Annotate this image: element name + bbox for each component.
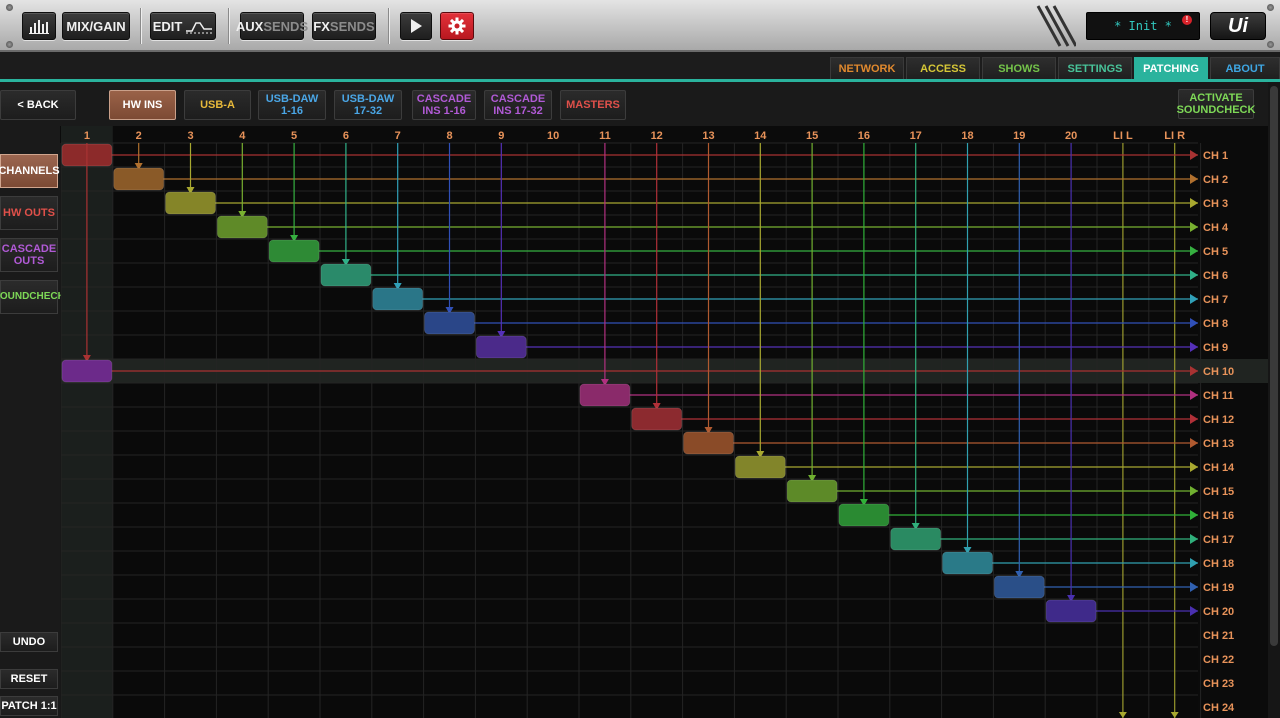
patch-point[interactable]: [683, 431, 734, 455]
column-label[interactable]: 9: [498, 130, 504, 142]
patch-point[interactable]: [942, 551, 993, 575]
row-label[interactable]: CH 21: [1203, 630, 1234, 642]
patch-point[interactable]: [993, 575, 1045, 599]
row-label[interactable]: CH 17: [1203, 534, 1234, 546]
column-label[interactable]: 10: [547, 130, 559, 142]
column-label[interactable]: 20: [1065, 130, 1077, 142]
column-label[interactable]: 15: [806, 130, 818, 142]
patch-point[interactable]: [113, 167, 165, 191]
column-label[interactable]: LI R: [1164, 130, 1185, 142]
row-label[interactable]: CH 10: [1203, 366, 1234, 378]
row-label[interactable]: CH 15: [1203, 486, 1234, 498]
column-label[interactable]: 8: [446, 130, 452, 142]
row-label[interactable]: CH 3: [1203, 198, 1228, 210]
row-label[interactable]: CH 20: [1203, 606, 1234, 618]
patch-point[interactable]: [165, 191, 216, 215]
row-label[interactable]: CH 13: [1203, 438, 1234, 450]
patch-point[interactable]: [579, 383, 631, 407]
column-label[interactable]: 5: [291, 130, 297, 142]
row-label[interactable]: CH 2: [1203, 174, 1228, 186]
column-label[interactable]: 3: [187, 130, 193, 142]
patch-point[interactable]: [372, 287, 424, 311]
column-label[interactable]: LI L: [1113, 130, 1133, 142]
column-label[interactable]: 1: [84, 130, 90, 142]
row-label[interactable]: CH 22: [1203, 654, 1234, 666]
row-label[interactable]: CH 11: [1203, 390, 1234, 402]
column-label[interactable]: 7: [395, 130, 401, 142]
column-label[interactable]: 12: [651, 130, 663, 142]
row-label[interactable]: CH 24: [1203, 702, 1235, 714]
column-label[interactable]: 4: [239, 130, 246, 142]
row-label[interactable]: CH 5: [1203, 246, 1228, 258]
column-label[interactable]: 14: [754, 130, 767, 142]
patch-point[interactable]: [61, 359, 113, 383]
row-label[interactable]: CH 8: [1203, 318, 1228, 330]
row-label[interactable]: CH 1: [1203, 150, 1228, 162]
column-label[interactable]: 16: [858, 130, 870, 142]
row-label[interactable]: CH 18: [1203, 558, 1234, 570]
column-label[interactable]: 19: [1013, 130, 1025, 142]
scrollbar-thumb[interactable]: [1270, 86, 1278, 646]
patch-point[interactable]: [838, 503, 890, 527]
row-label[interactable]: CH 23: [1203, 678, 1234, 690]
patch-point[interactable]: [475, 335, 527, 359]
patch-matrix[interactable]: 1 2 3 4 5 6 7 8 9 10 11 12 13 14 15 16 17 18 19 20 LI L LI RC…: [0, 0, 1268, 718]
row-label[interactable]: CH 7: [1203, 294, 1228, 306]
patch-point[interactable]: [786, 479, 838, 503]
column-label[interactable]: 17: [910, 130, 922, 142]
vertical-scrollbar[interactable]: [1268, 82, 1280, 718]
patch-point[interactable]: [424, 311, 475, 335]
row-label[interactable]: CH 4: [1203, 222, 1229, 234]
column-label[interactable]: 18: [961, 130, 973, 142]
screw-icon: [1267, 4, 1274, 11]
column-label[interactable]: 11: [599, 130, 611, 142]
screw-icon: [1267, 41, 1274, 48]
patch-point[interactable]: [320, 263, 372, 287]
row-label[interactable]: CH 19: [1203, 582, 1234, 594]
patch-point[interactable]: [631, 407, 683, 431]
column-label[interactable]: 2: [136, 130, 142, 142]
row-label[interactable]: CH 6: [1203, 270, 1228, 282]
row-label[interactable]: CH 12: [1203, 414, 1234, 426]
patch-point[interactable]: [890, 527, 942, 551]
patch-point[interactable]: [734, 455, 786, 479]
patch-point[interactable]: [268, 239, 320, 263]
column-label[interactable]: 13: [702, 130, 714, 142]
row-label[interactable]: CH 9: [1203, 342, 1228, 354]
patching-screen: MIX/GAIN EDIT AUX SENDS FX SENDS * Init …: [0, 0, 1280, 718]
row-label[interactable]: CH 16: [1203, 510, 1234, 522]
column-label[interactable]: 6: [343, 130, 349, 142]
row-label[interactable]: CH 14: [1203, 462, 1235, 474]
patch-point[interactable]: [1045, 599, 1097, 623]
patch-point[interactable]: [216, 215, 268, 239]
